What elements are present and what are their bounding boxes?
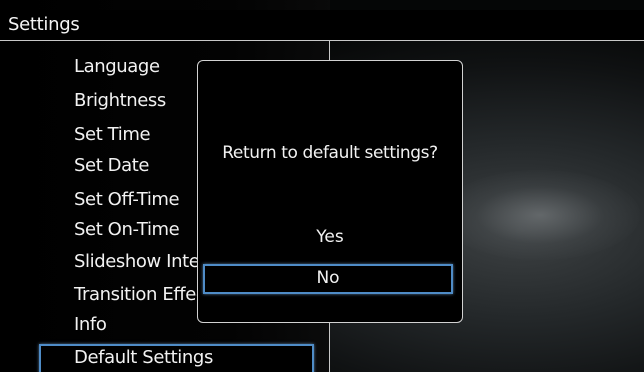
menu-item-set-date[interactable]: Set Date xyxy=(74,154,150,178)
settings-screen: Settings Language Brightness Set Time Se… xyxy=(0,0,644,372)
confirm-dialog: Return to default settings? Yes No xyxy=(197,60,463,323)
menu-item-transition-effect[interactable]: Transition Effect xyxy=(74,283,212,307)
yes-button[interactable]: Yes xyxy=(198,225,462,249)
menu-item-default-settings[interactable]: Default Settings xyxy=(39,344,314,372)
menu-item-info[interactable]: Info xyxy=(74,313,107,337)
no-button[interactable]: No xyxy=(203,264,453,294)
menu-item-set-on-time[interactable]: Set On-Time xyxy=(74,218,180,242)
title-bar: Settings xyxy=(0,10,644,41)
menu-item-set-off-time[interactable]: Set Off-Time xyxy=(74,188,180,212)
menu-item-set-time[interactable]: Set Time xyxy=(74,123,151,147)
menu-item-language[interactable]: Language xyxy=(74,55,160,79)
menu-item-brightness[interactable]: Brightness xyxy=(74,89,166,113)
dialog-message: Return to default settings? xyxy=(222,143,438,163)
background-glow xyxy=(440,170,640,260)
page-title: Settings xyxy=(8,14,80,35)
